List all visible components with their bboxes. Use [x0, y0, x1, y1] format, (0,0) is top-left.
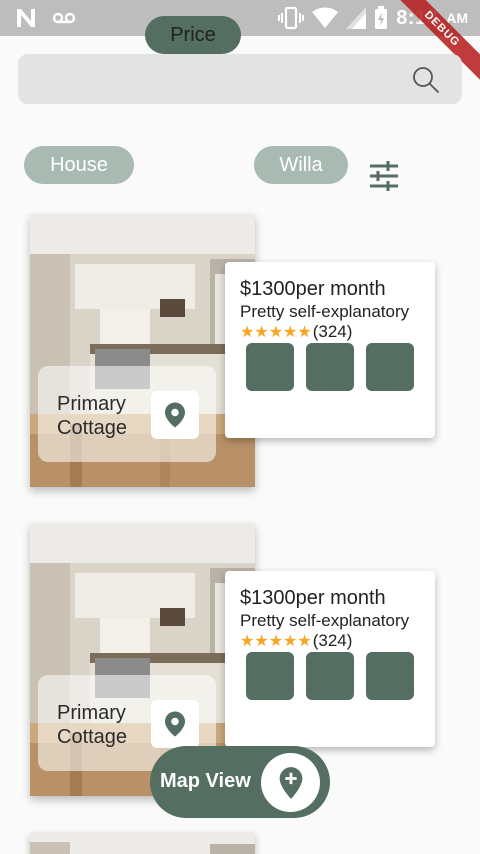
search-icon[interactable]	[412, 66, 440, 94]
add-location-icon	[279, 766, 302, 799]
map-view-button[interactable]: Map View	[150, 746, 330, 818]
location-button[interactable]	[151, 700, 199, 748]
listing-info-card[interactable]: $1300per month Pretty self-explanatory ★…	[225, 262, 435, 438]
filter-chip-price[interactable]: Price	[145, 16, 241, 54]
location-pin-icon	[165, 402, 185, 428]
filter-chip-willa[interactable]: Willa	[254, 146, 348, 184]
search-bar[interactable]	[18, 54, 462, 104]
filter-chip-house[interactable]: House	[24, 146, 134, 184]
signal-icon	[346, 7, 367, 29]
wifi-icon	[312, 7, 339, 28]
thumbnail[interactable]	[306, 652, 354, 700]
review-count: (324)	[312, 631, 353, 650]
star-rating-icon: ★★★★★	[240, 324, 312, 341]
tune-filter-icon[interactable]	[368, 160, 400, 192]
notification-n-icon	[17, 9, 35, 27]
thumbnail[interactable]	[306, 343, 354, 391]
listing-card[interactable]: Primary Cottage $1300per month Pretty se…	[0, 214, 480, 504]
listing-info-card[interactable]: $1300per month Pretty self-explanatory ★…	[225, 571, 435, 747]
listing-rating: ★★★★★ (324)	[240, 631, 352, 651]
star-rating-icon: ★★★★★	[240, 633, 312, 650]
location-pin-icon	[165, 711, 185, 737]
search-input[interactable]	[32, 64, 412, 94]
listing-price: $1300per month	[240, 587, 386, 609]
vibrate-icon	[278, 6, 305, 30]
thumbnail[interactable]	[366, 343, 414, 391]
review-count: (324)	[312, 322, 353, 341]
listing-description: Pretty self-explanatory	[240, 302, 410, 321]
thumbnail[interactable]	[366, 652, 414, 700]
location-button[interactable]	[151, 391, 199, 439]
add-location-button[interactable]	[261, 753, 320, 812]
listing-rating: ★★★★★ (324)	[240, 322, 352, 342]
thumbnail-row	[246, 343, 414, 391]
listing-price: $1300per month	[240, 278, 386, 300]
listing-card[interactable]	[0, 832, 480, 854]
listing-photo[interactable]	[30, 832, 255, 854]
map-view-label: Map View	[160, 770, 251, 792]
voicemail-icon	[52, 12, 76, 24]
listing-description: Pretty self-explanatory	[240, 611, 410, 630]
thumbnail[interactable]	[246, 652, 294, 700]
battery-charging-icon	[375, 6, 388, 29]
thumbnail[interactable]	[246, 343, 294, 391]
thumbnail-row	[246, 652, 414, 700]
